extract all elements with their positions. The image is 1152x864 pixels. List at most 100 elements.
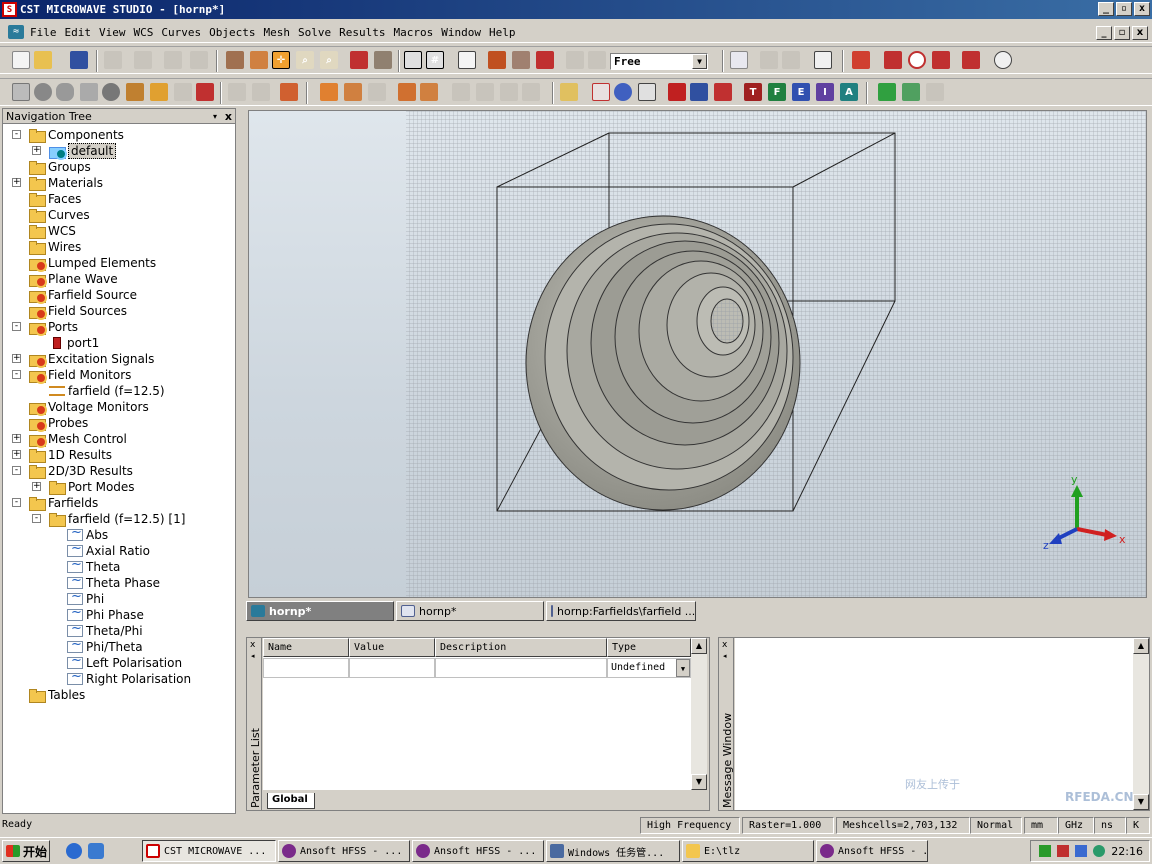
tree-item[interactable]: Field Sources: [29, 303, 127, 320]
mesh-settings-icon[interactable]: [714, 83, 732, 101]
rotate-icon[interactable]: [250, 51, 268, 69]
asymptotic-solver-icon[interactable]: A: [840, 83, 858, 101]
menu-objects[interactable]: Objects: [205, 26, 259, 39]
tree-item[interactable]: Theta Phase: [67, 575, 160, 591]
cone-icon[interactable]: [80, 83, 98, 101]
copy-icon[interactable]: [134, 51, 152, 69]
tree-item[interactable]: farfield (f=12.5): [49, 383, 165, 399]
loft-icon[interactable]: [174, 83, 192, 101]
rotate-profile-icon[interactable]: [150, 83, 168, 101]
tree-item[interactable]: Phi/Theta: [67, 639, 143, 655]
cylinder-icon[interactable]: [56, 83, 74, 101]
bend-icon[interactable]: [196, 83, 214, 101]
task-task-manager[interactable]: Windows 任务管...: [546, 840, 680, 862]
expand-icon[interactable]: +: [32, 482, 41, 491]
expand-icon[interactable]: +: [12, 178, 21, 187]
tree-item[interactable]: Ports: [29, 319, 78, 336]
boolean-subtract-icon[interactable]: [252, 83, 270, 101]
tab-hornp-schematic[interactable]: hornp*: [396, 601, 544, 621]
align-wcs-icon[interactable]: [522, 83, 540, 101]
expand-icon[interactable]: +: [12, 354, 21, 363]
pin-icon[interactable]: ◂: [723, 652, 727, 660]
report-icon[interactable]: [814, 51, 832, 69]
cut-icon[interactable]: [104, 51, 122, 69]
close-icon[interactable]: x: [225, 109, 232, 124]
menu-window[interactable]: Window: [437, 26, 485, 39]
tray-volume-icon[interactable]: [1075, 845, 1087, 857]
message-scrollbar[interactable]: ▲ ▼: [1133, 638, 1149, 810]
pick-edge-icon[interactable]: [512, 51, 530, 69]
tree-item[interactable]: Left Polarisation: [67, 655, 182, 671]
tray-network-icon[interactable]: [1039, 845, 1051, 857]
scroll-down-icon[interactable]: ▼: [1133, 794, 1149, 810]
tree-item[interactable]: Theta/Phi: [67, 623, 143, 639]
mirror-icon[interactable]: [344, 83, 362, 101]
param-description-cell[interactable]: [435, 658, 607, 678]
paste-icon[interactable]: [164, 51, 182, 69]
tree-item[interactable]: Excitation Signals: [29, 351, 154, 368]
zoom-box-icon[interactable]: ⌕: [320, 51, 338, 69]
import-icon[interactable]: [782, 51, 800, 69]
tree-item[interactable]: farfield (f=12.5) [1]: [49, 511, 185, 527]
collapse-icon[interactable]: -: [32, 514, 41, 523]
transient-solver-icon[interactable]: T: [744, 83, 762, 101]
tree-item[interactable]: Phi: [67, 591, 104, 607]
move-wcs-icon[interactable]: [476, 83, 494, 101]
tree-item[interactable]: port1: [49, 335, 99, 351]
face-pick-icon[interactable]: [932, 51, 950, 69]
menu-mesh[interactable]: Mesh: [259, 26, 294, 39]
task-cst[interactable]: CST MICROWAVE ...: [142, 840, 276, 862]
eigenmode-solver-icon[interactable]: E: [792, 83, 810, 101]
column-header-description[interactable]: Description: [435, 638, 607, 657]
chevron-down-icon[interactable]: ▼: [676, 659, 690, 677]
pick-face-icon[interactable]: [488, 51, 506, 69]
reset-view-icon[interactable]: [350, 51, 368, 69]
tree-item[interactable]: Mesh Control: [29, 431, 127, 448]
collapse-icon[interactable]: -: [12, 130, 21, 139]
collapse-icon[interactable]: -: [12, 322, 21, 331]
scroll-up-icon[interactable]: ▲: [691, 638, 707, 654]
tree-item[interactable]: Plane Wave: [29, 271, 118, 288]
boolean-add-icon[interactable]: [228, 83, 246, 101]
blend-icon[interactable]: [368, 83, 386, 101]
menu-view[interactable]: View: [95, 26, 130, 39]
column-header-value[interactable]: Value: [349, 638, 435, 657]
tree-item[interactable]: Abs: [67, 527, 108, 543]
3d-viewport[interactable]: y x z: [248, 110, 1147, 598]
tree-item[interactable]: default: [49, 143, 117, 160]
zoom-icon[interactable]: ⌕: [296, 51, 314, 69]
frequency-solver-icon[interactable]: F: [768, 83, 786, 101]
param-name-cell[interactable]: [263, 658, 349, 678]
save-icon[interactable]: [70, 51, 88, 69]
tree-item[interactable]: Port Modes: [49, 479, 135, 495]
tree-item[interactable]: Farfield Source: [29, 287, 137, 304]
clear-picks-icon[interactable]: [962, 51, 980, 69]
menu-results[interactable]: Results: [335, 26, 389, 39]
param-type-select[interactable]: Undefined ▼: [607, 658, 691, 678]
tree-item[interactable]: Axial Ratio: [67, 543, 150, 559]
tab-global[interactable]: Global: [267, 793, 315, 809]
menu-edit[interactable]: Edit: [61, 26, 96, 39]
line-pick-icon[interactable]: [884, 51, 902, 69]
document-icon[interactable]: ≈: [8, 25, 24, 39]
tray-shield-icon[interactable]: [1093, 845, 1105, 857]
minimize-button[interactable]: _: [1098, 2, 1114, 16]
optimizer-icon[interactable]: [878, 83, 896, 101]
tree-item[interactable]: Right Polarisation: [67, 671, 191, 687]
tree-item[interactable]: Components: [29, 127, 124, 143]
show-desktop-icon[interactable]: [88, 843, 104, 859]
menu-wcs[interactable]: WCS: [130, 26, 158, 39]
integral-solver-icon[interactable]: I: [816, 83, 834, 101]
pin-icon[interactable]: ▾: [213, 109, 217, 124]
menu-macros[interactable]: Macros: [389, 26, 437, 39]
tree-item[interactable]: 2D/3D Results: [29, 463, 133, 479]
scroll-up-icon[interactable]: ▲: [1133, 638, 1149, 654]
pan-icon[interactable]: ✛: [272, 51, 290, 69]
pin-icon[interactable]: ◂: [251, 652, 255, 660]
delete-icon[interactable]: [190, 51, 208, 69]
tree-item[interactable]: Farfields: [29, 495, 98, 511]
collapse-icon[interactable]: -: [12, 370, 21, 379]
scroll-down-icon[interactable]: ▼: [691, 774, 707, 790]
extrude-icon[interactable]: [126, 83, 144, 101]
symmetry-icon[interactable]: [638, 83, 656, 101]
